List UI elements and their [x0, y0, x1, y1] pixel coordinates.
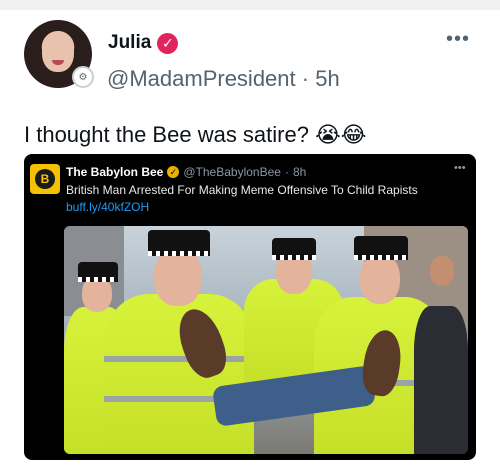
embed-author-name: The Babylon Bee [66, 165, 164, 179]
police-cap [148, 230, 210, 256]
tweet-text: I thought the Bee was satire? 😭😂 [24, 122, 367, 147]
embed-separator: · [284, 165, 289, 179]
gear-icon: ⚙ [72, 66, 94, 88]
babylon-bee-logo-icon: B [30, 164, 60, 194]
embed-handle: @TheBabylonBee [183, 165, 281, 179]
bee-icon: B [35, 169, 55, 189]
hi-vis-vest [104, 294, 254, 454]
police-cap [354, 236, 408, 260]
display-name[interactable]: Julia [108, 32, 151, 54]
verified-icon: ✓ [157, 32, 179, 54]
embed-headline: British Man Arrested For Making Meme Off… [66, 183, 418, 197]
handle-row: @MadamPresident · 5h [107, 66, 340, 92]
more-icon[interactable]: ••• [446, 28, 470, 51]
arrest-photo [64, 226, 468, 454]
embed-link: buff.ly/40kfZOH [66, 200, 150, 214]
verified-icon: ✓ [167, 166, 180, 178]
avatar-face [42, 32, 74, 72]
embed-time: 8h [292, 165, 307, 179]
handle[interactable]: @MadamPresident [107, 66, 296, 91]
timestamp[interactable]: 5h [315, 66, 339, 91]
bystander [414, 256, 468, 454]
separator: · [301, 66, 310, 91]
officer-head [360, 254, 400, 304]
embed-author-row: The Babylon Bee ✓ @TheBabylonBee · 8h [66, 165, 306, 179]
author-row: Julia ✓ [108, 32, 179, 54]
embedded-image[interactable]: B The Babylon Bee ✓ @TheBabylonBee · 8h … [24, 154, 476, 460]
more-icon: ••• [454, 162, 466, 174]
police-cap [272, 238, 316, 260]
tweet-card[interactable]: ⚙ Julia ✓ @MadamPresident · 5h ••• I tho… [0, 10, 500, 468]
officer-head [154, 248, 202, 306]
